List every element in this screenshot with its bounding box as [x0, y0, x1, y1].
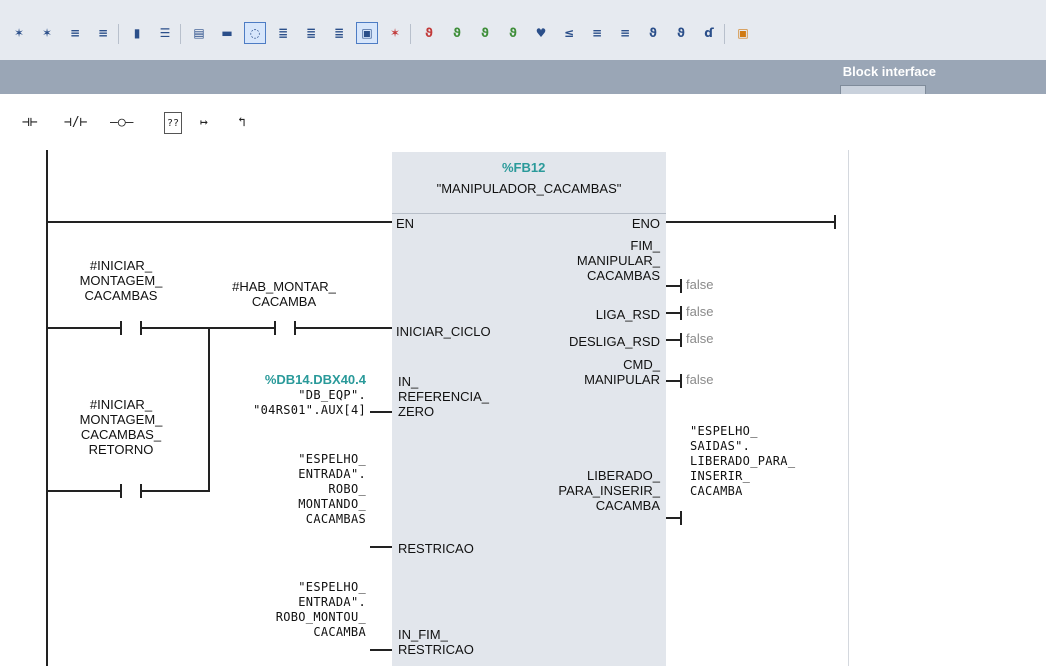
- value-fim-manipular: false: [686, 277, 714, 292]
- display-favorites-icon[interactable]: ▣: [356, 22, 378, 44]
- output-coil-button[interactable]: –○–: [110, 112, 133, 132]
- link-icon[interactable]: ϑ: [670, 22, 692, 44]
- eno-wire-end: [834, 215, 836, 229]
- delete-network-icon[interactable]: ✶: [36, 22, 58, 44]
- output-wire-end: [680, 511, 682, 525]
- input-wire: [370, 546, 392, 548]
- fb-output-liga-rsd: LIGA_RSD: [595, 307, 660, 322]
- watch-table-icon[interactable]: ϑ: [474, 22, 496, 44]
- empty-box-button[interactable]: ??: [164, 112, 183, 134]
- block-interface-bar[interactable]: Block interface: [0, 60, 1046, 95]
- toolbar-separator: [180, 24, 181, 44]
- fb-input-en: EN: [396, 216, 415, 231]
- eno-wire: [666, 221, 836, 223]
- value-desliga-rsd: false: [686, 331, 714, 346]
- networks-expand-icon[interactable]: ▤: [188, 22, 210, 44]
- output-wire-end: [680, 333, 682, 347]
- set-breakpoint-icon[interactable]: ✶: [384, 22, 406, 44]
- operand-iniciar-montagem-retorno[interactable]: #INICIAR_ MONTAGEM_ CACAMBAS_ RETORNO: [66, 397, 176, 457]
- fb-output-desliga-rsd: DESLIGA_RSD: [568, 334, 660, 349]
- fb-input-in-referencia-zero: IN_ REFERENCIA_ ZERO: [398, 374, 490, 419]
- monitor-icon[interactable]: ϑ: [446, 22, 468, 44]
- fb-input-restricao: RESTRICAO: [398, 541, 474, 556]
- rung-wire: [48, 490, 120, 492]
- operand-iniciar-montagem[interactable]: #INICIAR_ MONTAGEM_ CACAMBAS: [66, 258, 176, 303]
- absolute-operands-icon[interactable]: ☰: [154, 22, 176, 44]
- toolbar-separator: [724, 24, 725, 44]
- networks-collapse-icon[interactable]: ▬: [216, 22, 238, 44]
- fb-output-cmd-manipular: CMD_ MANIPULAR: [584, 357, 660, 387]
- insert-row-icon[interactable]: ≡: [64, 22, 86, 44]
- open-all-networks-icon[interactable]: ≣: [300, 22, 322, 44]
- block-interface-label: Block interface: [842, 64, 936, 79]
- ladder-elements-toolbar: ⊣⊢ ⊣/⊢ –○–?? ↦ ↰: [0, 94, 1046, 151]
- fb-address: %FB12: [502, 160, 546, 175]
- contact-iniciar-montagem[interactable]: [120, 321, 144, 335]
- rung-wire: [48, 327, 120, 329]
- close-branch-button[interactable]: ↰: [238, 112, 246, 132]
- input-wire: [370, 649, 392, 651]
- callstack-icon[interactable]: ≡: [586, 22, 608, 44]
- open-branch-button[interactable]: ↦: [200, 112, 208, 132]
- operand-ref-zero-symbol[interactable]: "DB_EQP". "04RS01".AUX[4]: [200, 388, 366, 418]
- toolbar-separator: [118, 24, 119, 44]
- contact-iniciar-montagem-retorno[interactable]: [120, 484, 144, 498]
- value-liga-rsd: false: [686, 304, 714, 319]
- go-to-icon[interactable]: ≡: [614, 22, 636, 44]
- close-all-networks-icon[interactable]: ≣: [328, 22, 350, 44]
- pane-divider: [848, 150, 849, 666]
- toolbar-separator: [410, 24, 411, 44]
- value-cmd-manipular: false: [686, 372, 714, 387]
- fb-input-iniciar-ciclo: INICIAR_CICLO: [396, 324, 491, 339]
- return-icon[interactable]: ϑ: [642, 22, 664, 44]
- force-icon[interactable]: ϑ: [502, 22, 524, 44]
- jump-up-icon[interactable]: ♥: [530, 22, 552, 44]
- operand-fim-restricao-symbol[interactable]: "ESPELHO_ ENTRADA". ROBO_MONTOU_ CACAMBA: [200, 580, 366, 640]
- clear-breakpoint-icon[interactable]: ϑ: [418, 22, 440, 44]
- comments-icon[interactable]: ◌: [244, 22, 266, 44]
- input-wire: [370, 411, 392, 413]
- glasses-icon[interactable]: ɗ: [698, 22, 720, 44]
- fb-name[interactable]: "MANIPULADOR_CACAMBAS": [392, 181, 666, 196]
- insert-network-icon[interactable]: ✶: [8, 22, 30, 44]
- operand-liberado-symbol[interactable]: "ESPELHO_ SAIDAS". LIBERADO_PARA_ INSERI…: [690, 424, 795, 499]
- add-row-icon[interactable]: ≡: [92, 22, 114, 44]
- contact-hab-montar[interactable]: [274, 321, 298, 335]
- fb-input-in-fim-restricao: IN_FIM_ RESTRICAO: [398, 627, 474, 657]
- ladder-network-canvas[interactable]: %FB12 "MANIPULADOR_CACAMBAS" EN ENO #INI…: [0, 150, 1046, 666]
- output-wire-end: [680, 279, 682, 293]
- operand-restricao-symbol[interactable]: "ESPELHO_ ENTRADA". ROBO_ MONTANDO_ CACA…: [200, 452, 366, 527]
- fb-output-eno: ENO: [631, 216, 660, 231]
- fb-output-fim-manipular: FIM_ MANIPULAR_ CACAMBAS: [576, 238, 660, 283]
- jump-down-icon[interactable]: ≤: [558, 22, 580, 44]
- database-icon[interactable]: ▣: [732, 22, 754, 44]
- fb-output-liberado: LIBERADO_ PARA_INSERIR_ CACAMBA: [558, 468, 660, 513]
- operand-ref-zero-address[interactable]: %DB14.DBX40.4: [200, 372, 366, 387]
- rung-wire: [296, 327, 392, 329]
- normally-open-contact-button[interactable]: ⊣⊢: [22, 112, 38, 132]
- favorites-icon[interactable]: ≣: [272, 22, 294, 44]
- function-block-header-divider: [392, 213, 666, 214]
- editor-toolbar: ✶ ✶ ≡ ≡ ▮ ☰ ▤ ▬ ◌ ≣ ≣ ≣ ▣ ✶ ϑ ϑ ϑ ϑ ♥ ≤ ≡ ≡ ϑ ϑ ɗ ▣: [0, 0, 1046, 61]
- network-toggle-icon[interactable]: ▮: [126, 22, 148, 44]
- output-wire-end: [680, 306, 682, 320]
- normally-closed-contact-button[interactable]: ⊣/⊢: [64, 112, 87, 132]
- operand-hab-montar[interactable]: #HAB_MONTAR_ CACAMBA: [224, 279, 344, 309]
- power-rail: [46, 150, 48, 666]
- output-wire-end: [680, 374, 682, 388]
- en-wire: [48, 221, 392, 223]
